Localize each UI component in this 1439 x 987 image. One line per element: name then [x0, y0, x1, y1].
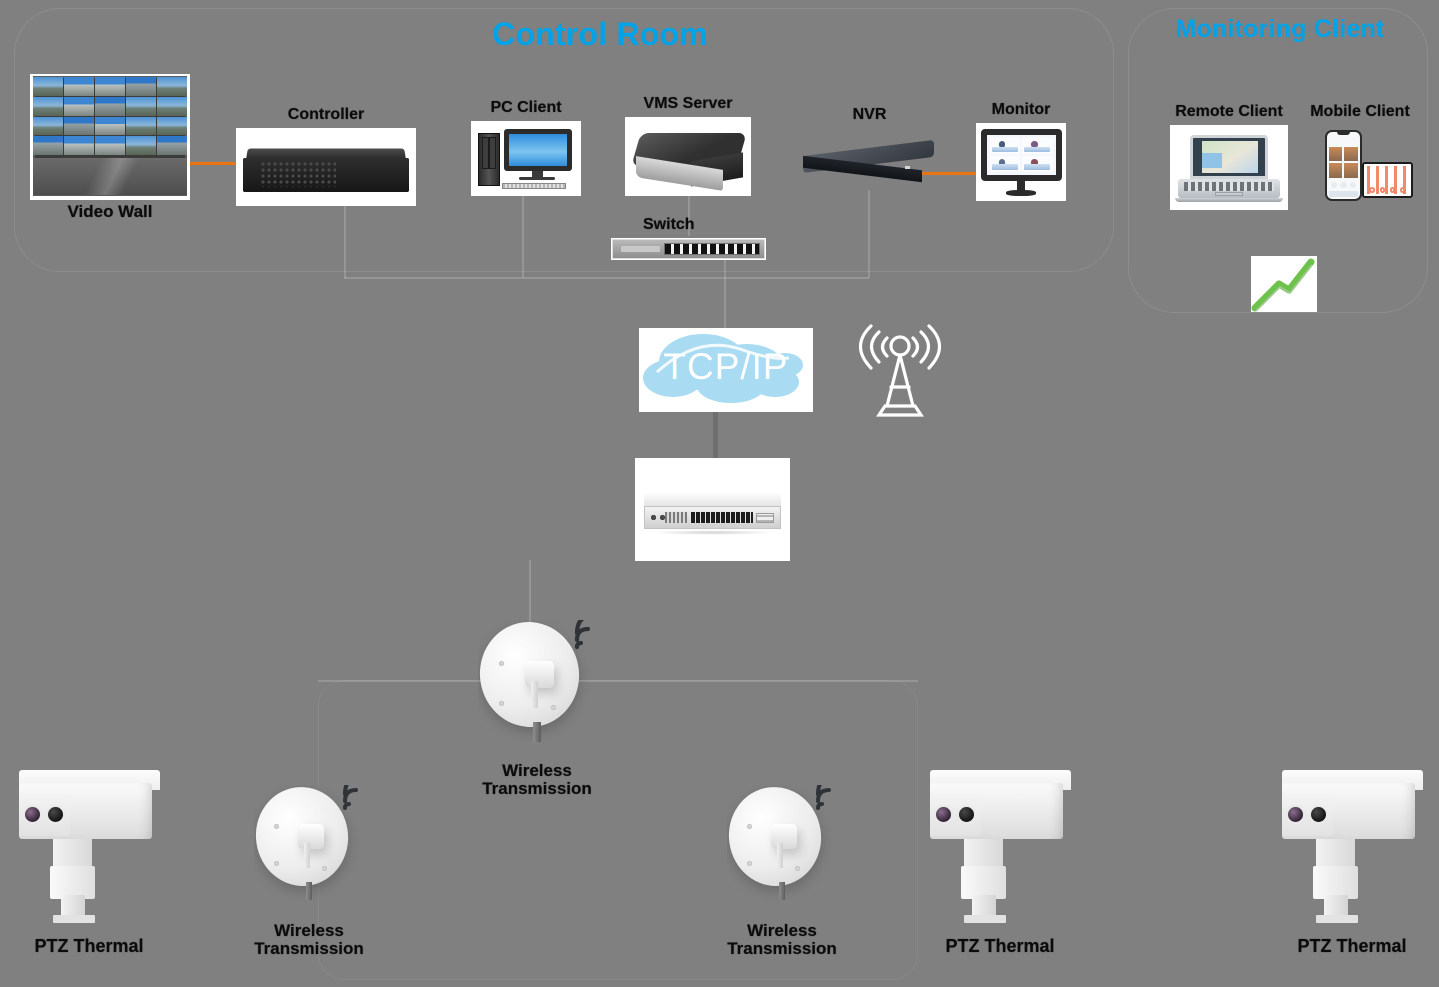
node-label-switch: Switch — [643, 216, 695, 234]
node-label-ptz-3: PTZ Thermal — [1297, 936, 1407, 956]
node-trend-chart — [1251, 256, 1317, 312]
network-topology-diagram: Control Room Monitoring Client Video Wal… — [0, 0, 1439, 987]
node-radio-tower — [843, 320, 957, 430]
link-nvr-bus — [868, 190, 870, 278]
node-label-controller: Controller — [287, 106, 365, 124]
ptz-thermal-camera-icon — [14, 760, 164, 925]
dish-antenna-icon — [478, 620, 596, 742]
monitoring-client-title: Monitoring Client — [1175, 15, 1385, 43]
link-backbone-bus — [344, 277, 869, 279]
node-ptz-thermal-3[interactable]: PTZ Thermal — [1277, 760, 1427, 956]
node-label-ptz-2: PTZ Thermal — [945, 936, 1055, 956]
node-label-monitor: Monitor — [991, 101, 1051, 119]
trend-chart-icon — [1251, 256, 1317, 312]
wireless-center-label-line1: Wireless — [502, 761, 572, 780]
dish-antenna-icon — [727, 785, 837, 900]
node-label-pc-client: PC Client — [490, 99, 562, 117]
node-label-mobile-client: Mobile Client — [1310, 103, 1410, 121]
node-label-remote-client: Remote Client — [1175, 103, 1283, 121]
node-remote-client[interactable]: Remote Client — [1170, 103, 1288, 210]
link-field-bus — [318, 680, 918, 682]
node-nvr[interactable]: NVR — [797, 106, 942, 190]
node-wireless-left[interactable]: Wireless Transmission — [254, 785, 364, 958]
wireless-right-label-line1: Wireless — [747, 921, 817, 940]
node-ptz-thermal-1[interactable]: PTZ Thermal — [14, 760, 164, 956]
laptop-icon — [1170, 125, 1288, 210]
wireless-center-label-line2: Transmission — [482, 779, 592, 799]
network-switch-icon — [611, 238, 766, 260]
radio-tower-icon — [843, 320, 957, 430]
node-cloud: TCP/IP — [639, 328, 813, 412]
node-wireless-right[interactable]: Wireless Transmission — [727, 785, 837, 958]
ptz-thermal-camera-icon — [1277, 760, 1427, 925]
node-label-vms-server: VMS Server — [643, 95, 733, 113]
wireless-left-label-line2: Transmission — [254, 939, 364, 959]
node-pc-client[interactable]: PC Client — [471, 99, 581, 196]
ptz-thermal-camera-icon — [925, 760, 1075, 925]
link-pcclient-bus — [522, 196, 524, 278]
wireless-left-label-line1: Wireless — [274, 921, 344, 940]
node-label-video-wall: Video Wall — [67, 202, 153, 221]
node-core-router[interactable] — [635, 458, 790, 561]
control-room-title: Control Room — [492, 16, 708, 52]
node-wireless-center[interactable]: Wireless Transmission — [478, 620, 596, 798]
node-label-wireless-left: Wireless Transmission — [254, 921, 364, 959]
wireless-right-label-line2: Transmission — [727, 939, 837, 959]
link-videowall-controller — [190, 162, 240, 165]
node-vms-server[interactable]: VMS Server — [625, 95, 751, 196]
node-switch[interactable]: Switch — [611, 216, 766, 260]
phone-tablet-icon — [1305, 125, 1415, 210]
monitor-icon — [976, 123, 1066, 201]
cloud-label: TCP/IP — [663, 345, 789, 387]
node-video-wall[interactable]: Video Wall — [30, 74, 190, 221]
link-controller-bus — [344, 198, 346, 278]
server-box-icon — [625, 117, 751, 196]
node-label-wireless-right: Wireless Transmission — [727, 921, 837, 959]
rack-server-icon — [236, 128, 416, 206]
node-controller[interactable]: Controller — [236, 106, 416, 206]
core-switch-icon — [635, 458, 790, 561]
node-label-ptz-1: PTZ Thermal — [34, 936, 144, 956]
node-label-nvr: NVR — [852, 106, 887, 124]
node-ptz-thermal-2[interactable]: PTZ Thermal — [925, 760, 1075, 956]
video-wall-icon — [30, 74, 190, 200]
desktop-computer-icon — [471, 121, 581, 196]
node-label-wireless-center: Wireless Transmission — [482, 761, 592, 799]
dish-antenna-icon — [254, 785, 364, 900]
node-monitor[interactable]: Monitor — [976, 101, 1066, 201]
link-switch-cloud — [724, 259, 726, 329]
node-mobile-client[interactable]: Mobile Client — [1305, 103, 1415, 210]
nvr-icon — [797, 128, 942, 190]
